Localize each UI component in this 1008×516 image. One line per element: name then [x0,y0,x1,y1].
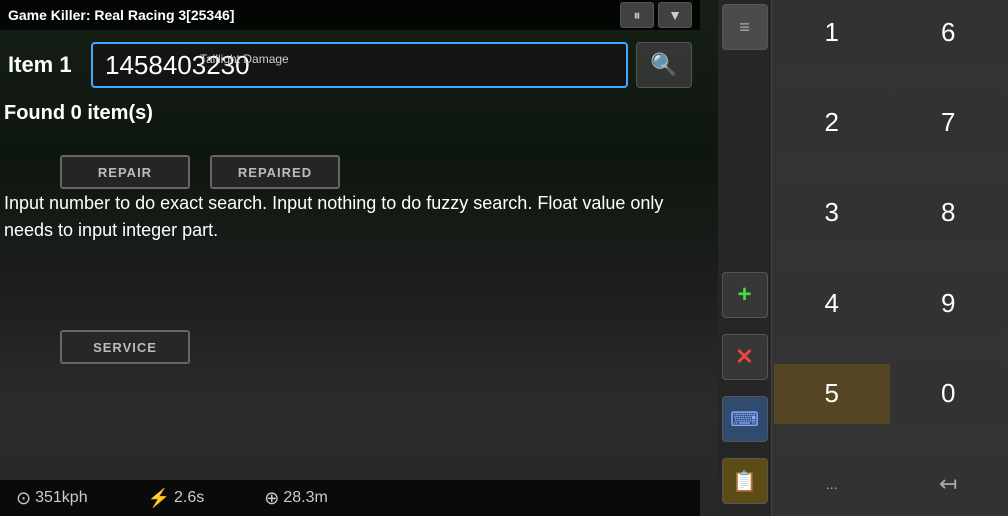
list-view-button[interactable]: ≡ [722,4,768,50]
time-icon: ⚡ [148,488,170,509]
right-panel: ≡ + ✕ ⌨ 📋 1 6 2 7 3 8 4 9 5 0 ... ↤ [718,0,1008,516]
repaired-button[interactable]: REPAIRED [210,155,340,189]
dropdown-button[interactable]: ▼ [658,2,692,28]
num-5-button[interactable]: 5 [774,364,890,424]
files-button[interactable]: 📋 [722,458,768,504]
title-bar: Game Killer: Real Racing 3[25346] [0,0,700,30]
app-title: Game Killer: Real Racing 3[25346] [8,7,234,23]
num-9-button[interactable]: 9 [891,273,1007,333]
x-icon: ✕ [735,344,753,370]
delete-button[interactable]: ✕ [722,334,768,380]
pause-button[interactable]: ⏸ [620,2,654,28]
time-status: ⚡ 2.6s [148,488,205,509]
ellipsis-button[interactable]: ... [774,454,890,514]
keyboard-icon: ⌨ [730,407,759,432]
title-controls: ⏸ ▼ [620,2,692,28]
numpad: 1 6 2 7 3 8 4 9 5 0 ... ↤ [772,0,1008,516]
add-button[interactable]: + [722,272,768,318]
num-3-button[interactable]: 3 [774,183,890,243]
found-items-text: Found 0 item(s) [4,102,153,125]
keyboard-button[interactable]: ⌨ [722,396,768,442]
repair-button[interactable]: REPAIR [60,155,190,189]
backspace-button[interactable]: ↤ [891,454,1007,514]
item-label: Item 1 [8,52,83,78]
instructions-text: Input number to do exact search. Input n… [4,190,664,244]
search-input[interactable] [91,42,628,88]
status-bar: ⊙ 351kph ⚡ 2.6s ⊕ 28.3m [0,480,700,516]
search-row: Item 1 🔍 [0,35,700,95]
service-button[interactable]: SERVICE [60,330,190,364]
files-icon: 📋 [732,469,757,494]
speed-status: ⊙ 351kph [16,488,88,509]
num-2-button[interactable]: 2 [774,92,890,152]
distance-icon: ⊕ [264,488,279,509]
search-icon: 🔍 [650,52,677,78]
num-7-button[interactable]: 7 [891,92,1007,152]
list-icon: ≡ [739,17,750,38]
num-0-button[interactable]: 0 [891,364,1007,424]
distance-status: ⊕ 28.3m [264,488,328,509]
side-toolbar: ≡ + ✕ ⌨ 📋 [718,0,772,516]
num-8-button[interactable]: 8 [891,183,1007,243]
search-button[interactable]: 🔍 [636,42,692,88]
plus-icon: + [737,281,751,309]
num-4-button[interactable]: 4 [774,273,890,333]
num-1-button[interactable]: 1 [774,2,890,62]
num-6-button[interactable]: 6 [891,2,1007,62]
speed-icon: ⊙ [16,488,31,509]
